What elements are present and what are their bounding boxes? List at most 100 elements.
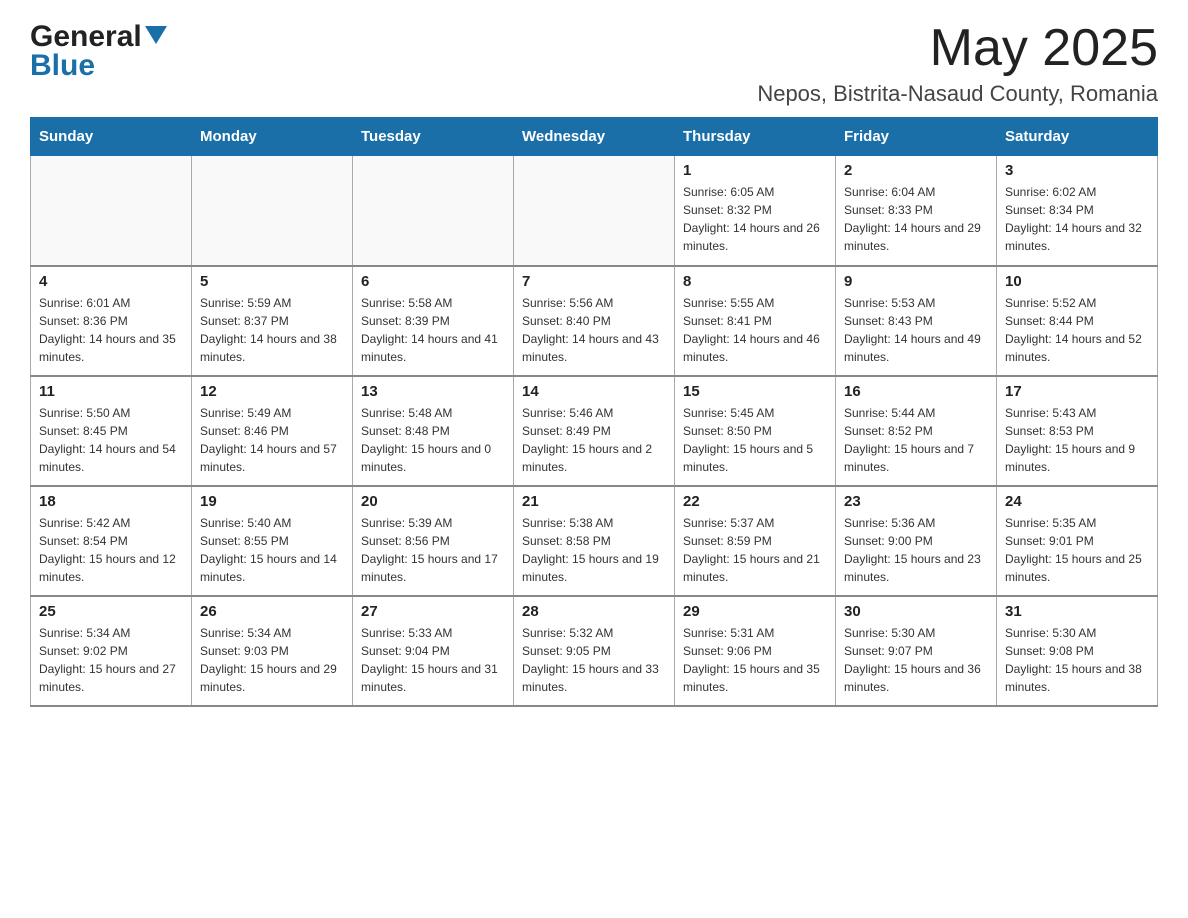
title-block: May 2025 Nepos, Bistrita-Nasaud County, …	[757, 20, 1158, 107]
day-info: Sunrise: 5:48 AMSunset: 8:48 PMDaylight:…	[361, 404, 505, 476]
calendar-cell: 27 Sunrise: 5:33 AMSunset: 9:04 PMDayligh…	[353, 596, 514, 706]
calendar-week-row: 1 Sunrise: 6:05 AMSunset: 8:32 PMDaylight…	[31, 156, 1158, 266]
day-number: 9	[844, 273, 988, 290]
day-number: 6	[361, 273, 505, 290]
calendar-cell	[31, 156, 192, 266]
day-number: 25	[39, 603, 183, 620]
calendar-cell: 5 Sunrise: 5:59 AMSunset: 8:37 PMDaylight…	[192, 266, 353, 376]
calendar-cell: 1 Sunrise: 6:05 AMSunset: 8:32 PMDaylight…	[675, 156, 836, 266]
day-info: Sunrise: 5:52 AMSunset: 8:44 PMDaylight:…	[1005, 294, 1149, 366]
logo: G eneral Blue	[30, 20, 167, 82]
day-info: Sunrise: 5:45 AMSunset: 8:50 PMDaylight:…	[683, 404, 827, 476]
day-number: 10	[1005, 273, 1149, 290]
day-number: 26	[200, 603, 344, 620]
day-number: 17	[1005, 383, 1149, 400]
calendar-cell: 20 Sunrise: 5:39 AMSunset: 8:56 PMDayligh…	[353, 486, 514, 596]
day-number: 24	[1005, 493, 1149, 510]
calendar-cell: 3 Sunrise: 6:02 AMSunset: 8:34 PMDaylight…	[997, 156, 1158, 266]
day-number: 14	[522, 383, 666, 400]
day-info: Sunrise: 6:02 AMSunset: 8:34 PMDaylight:…	[1005, 183, 1149, 255]
col-header-saturday: Saturday	[997, 118, 1158, 156]
day-info: Sunrise: 5:33 AMSunset: 9:04 PMDaylight:…	[361, 624, 505, 696]
day-info: Sunrise: 5:59 AMSunset: 8:37 PMDaylight:…	[200, 294, 344, 366]
calendar-cell: 11Sunrise: 5:50 AMSunset: 8:45 PMDayligh…	[31, 376, 192, 486]
calendar-cell: 31 Sunrise: 5:30 AMSunset: 9:08 PMDayligh…	[997, 596, 1158, 706]
day-info: Sunrise: 6:05 AMSunset: 8:32 PMDaylight:…	[683, 183, 827, 255]
month-year-title: May 2025	[757, 20, 1158, 77]
calendar-cell: 17 Sunrise: 5:43 AMSunset: 8:53 PMDayligh…	[997, 376, 1158, 486]
calendar-cell: 18 Sunrise: 5:42 AMSunset: 8:54 PMDayligh…	[31, 486, 192, 596]
calendar-week-row: 4 Sunrise: 6:01 AMSunset: 8:36 PMDaylight…	[31, 266, 1158, 376]
day-number: 16	[844, 383, 988, 400]
calendar-cell: 21Sunrise: 5:38 AMSunset: 8:58 PMDayligh…	[514, 486, 675, 596]
day-number: 13	[361, 383, 505, 400]
calendar-week-row: 18 Sunrise: 5:42 AMSunset: 8:54 PMDayligh…	[31, 486, 1158, 596]
calendar-header-row: SundayMondayTuesdayWednesdayThursdayFrid…	[31, 118, 1158, 156]
day-info: Sunrise: 5:32 AMSunset: 9:05 PMDaylight:…	[522, 624, 666, 696]
day-info: Sunrise: 5:36 AMSunset: 9:00 PMDaylight:…	[844, 514, 988, 586]
day-number: 12	[200, 383, 344, 400]
calendar-cell: 28 Sunrise: 5:32 AMSunset: 9:05 PMDayligh…	[514, 596, 675, 706]
day-info: Sunrise: 5:31 AMSunset: 9:06 PMDaylight:…	[683, 624, 827, 696]
day-number: 21	[522, 493, 666, 510]
day-info: Sunrise: 5:49 AMSunset: 8:46 PMDaylight:…	[200, 404, 344, 476]
day-number: 7	[522, 273, 666, 290]
calendar-cell	[514, 156, 675, 266]
logo-arrow-icon	[145, 26, 167, 51]
day-info: Sunrise: 5:53 AMSunset: 8:43 PMDaylight:…	[844, 294, 988, 366]
calendar-cell: 15 Sunrise: 5:45 AMSunset: 8:50 PMDayligh…	[675, 376, 836, 486]
day-info: Sunrise: 5:58 AMSunset: 8:39 PMDaylight:…	[361, 294, 505, 366]
day-number: 27	[361, 603, 505, 620]
day-number: 23	[844, 493, 988, 510]
day-info: Sunrise: 5:34 AMSunset: 9:03 PMDaylight:…	[200, 624, 344, 696]
day-info: Sunrise: 5:42 AMSunset: 8:54 PMDaylight:…	[39, 514, 183, 586]
calendar-cell: 10 Sunrise: 5:52 AMSunset: 8:44 PMDayligh…	[997, 266, 1158, 376]
day-info: Sunrise: 6:01 AMSunset: 8:36 PMDaylight:…	[39, 294, 183, 366]
day-info: Sunrise: 5:44 AMSunset: 8:52 PMDaylight:…	[844, 404, 988, 476]
calendar-cell: 30Sunrise: 5:30 AMSunset: 9:07 PMDayligh…	[836, 596, 997, 706]
calendar-cell: 25Sunrise: 5:34 AMSunset: 9:02 PMDayligh…	[31, 596, 192, 706]
col-header-monday: Monday	[192, 118, 353, 156]
day-info: Sunrise: 5:46 AMSunset: 8:49 PMDaylight:…	[522, 404, 666, 476]
day-number: 20	[361, 493, 505, 510]
day-info: Sunrise: 5:55 AMSunset: 8:41 PMDaylight:…	[683, 294, 827, 366]
day-number: 5	[200, 273, 344, 290]
calendar-cell: 24 Sunrise: 5:35 AMSunset: 9:01 PMDayligh…	[997, 486, 1158, 596]
calendar-cell: 29Sunrise: 5:31 AMSunset: 9:06 PMDayligh…	[675, 596, 836, 706]
calendar-cell: 12 Sunrise: 5:49 AMSunset: 8:46 PMDayligh…	[192, 376, 353, 486]
day-info: Sunrise: 5:30 AMSunset: 9:08 PMDaylight:…	[1005, 624, 1149, 696]
day-number: 31	[1005, 603, 1149, 620]
calendar-cell: 7Sunrise: 5:56 AMSunset: 8:40 PMDaylight…	[514, 266, 675, 376]
day-info: Sunrise: 5:35 AMSunset: 9:01 PMDaylight:…	[1005, 514, 1149, 586]
day-info: Sunrise: 5:50 AMSunset: 8:45 PMDaylight:…	[39, 404, 183, 476]
day-number: 15	[683, 383, 827, 400]
calendar-week-row: 11Sunrise: 5:50 AMSunset: 8:45 PMDayligh…	[31, 376, 1158, 486]
col-header-sunday: Sunday	[31, 118, 192, 156]
day-number: 18	[39, 493, 183, 510]
day-number: 30	[844, 603, 988, 620]
day-info: Sunrise: 5:37 AMSunset: 8:59 PMDaylight:…	[683, 514, 827, 586]
calendar-cell: 8 Sunrise: 5:55 AMSunset: 8:41 PMDaylight…	[675, 266, 836, 376]
calendar-cell: 6 Sunrise: 5:58 AMSunset: 8:39 PMDaylight…	[353, 266, 514, 376]
day-number: 4	[39, 273, 183, 290]
calendar-cell: 4 Sunrise: 6:01 AMSunset: 8:36 PMDaylight…	[31, 266, 192, 376]
day-info: Sunrise: 5:39 AMSunset: 8:56 PMDaylight:…	[361, 514, 505, 586]
day-number: 22	[683, 493, 827, 510]
calendar-cell: 19 Sunrise: 5:40 AMSunset: 8:55 PMDayligh…	[192, 486, 353, 596]
calendar-cell: 16 Sunrise: 5:44 AMSunset: 8:52 PMDayligh…	[836, 376, 997, 486]
calendar-table: SundayMondayTuesdayWednesdayThursdayFrid…	[30, 117, 1158, 707]
day-info: Sunrise: 6:04 AMSunset: 8:33 PMDaylight:…	[844, 183, 988, 255]
day-info: Sunrise: 5:43 AMSunset: 8:53 PMDaylight:…	[1005, 404, 1149, 476]
day-number: 2	[844, 162, 988, 179]
calendar-cell: 23 Sunrise: 5:36 AMSunset: 9:00 PMDayligh…	[836, 486, 997, 596]
page-header: G eneral Blue May 2025 Nepos, Bistrita-N…	[30, 20, 1158, 107]
day-number: 3	[1005, 162, 1149, 179]
calendar-cell: 14 Sunrise: 5:46 AMSunset: 8:49 PMDayligh…	[514, 376, 675, 486]
col-header-thursday: Thursday	[675, 118, 836, 156]
day-number: 1	[683, 162, 827, 179]
day-info: Sunrise: 5:40 AMSunset: 8:55 PMDaylight:…	[200, 514, 344, 586]
day-number: 28	[522, 603, 666, 620]
calendar-cell: 26 Sunrise: 5:34 AMSunset: 9:03 PMDayligh…	[192, 596, 353, 706]
day-number: 8	[683, 273, 827, 290]
day-number: 19	[200, 493, 344, 510]
